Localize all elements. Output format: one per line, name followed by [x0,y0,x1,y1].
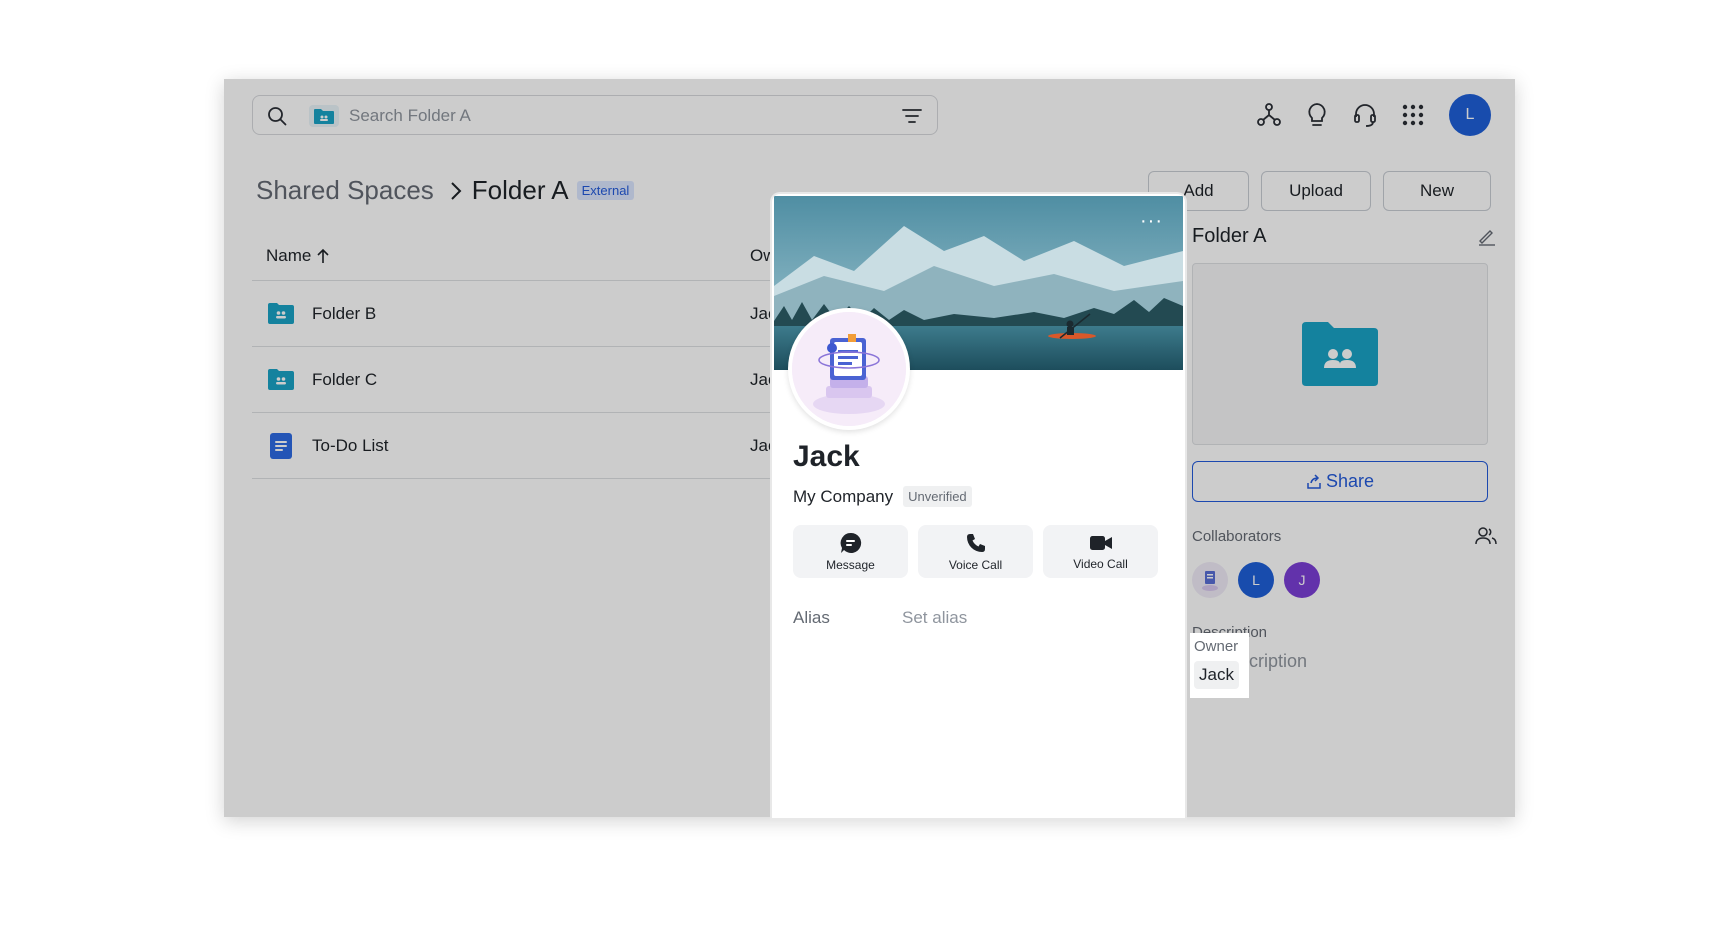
phone-icon [966,533,985,552]
video-call-button[interactable]: Video Call [1043,525,1158,578]
message-label: Message [826,557,875,572]
message-button[interactable]: Message [793,525,908,578]
alias-row: Alias Set alias [793,608,967,628]
profile-company: My Company [793,486,894,506]
owner-chip[interactable]: Jack [1194,661,1239,689]
owner-section: Owner Jack [1190,633,1249,698]
more-options-icon[interactable]: ··· [1140,211,1163,231]
voice-call-label: Voice Call [948,557,1003,572]
profile-name: Jack [793,440,860,473]
video-camera-icon [1089,535,1112,550]
contact-actions: Message Voice Call Video Call [793,525,1158,578]
video-call-label: Video Call [1073,556,1128,571]
alias-label: Alias [793,608,830,627]
verification-badge: Unverified [903,486,972,507]
profile-company-row: My Company Unverified [793,486,972,507]
profile-avatar[interactable] [788,308,910,430]
set-alias-field[interactable]: Set alias [902,608,967,628]
owner-label: Owner [1194,638,1239,655]
voice-call-button[interactable]: Voice Call [918,525,1033,578]
profile-card: ··· Jack My Company Unverified Message V… [772,194,1185,818]
chat-bubble-icon [840,532,861,553]
